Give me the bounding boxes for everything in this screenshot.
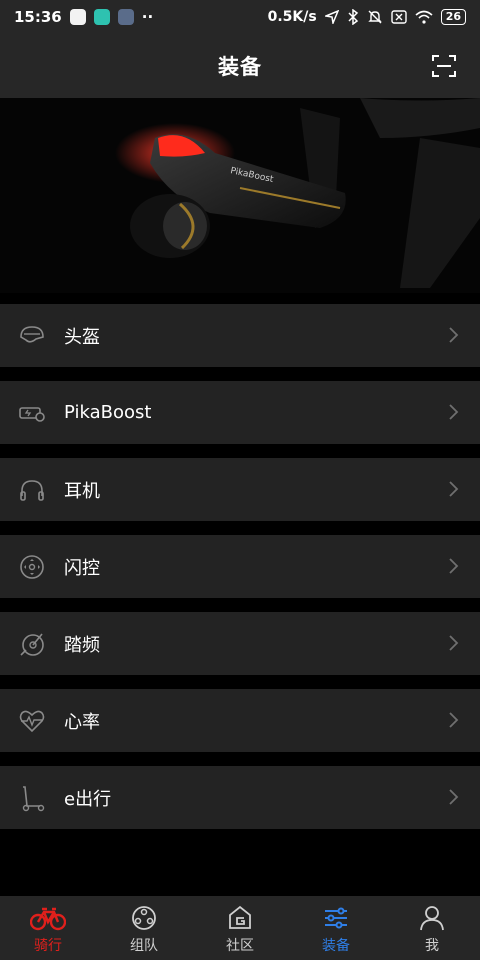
profile-icon bbox=[420, 906, 444, 931]
equipment-item-label: 闪控 bbox=[64, 557, 100, 579]
headphones-icon bbox=[20, 480, 44, 501]
tab-me[interactable]: 我 bbox=[384, 896, 480, 960]
sim-off-icon bbox=[390, 10, 407, 24]
heart-rate-icon bbox=[19, 710, 45, 733]
equipment-item-label: PikaBoost bbox=[64, 402, 152, 423]
wifi-icon bbox=[415, 10, 433, 24]
equipment-item-label: e出行 bbox=[64, 788, 112, 810]
equipment-item-label: 头盔 bbox=[64, 326, 100, 348]
tab-label: 骑行 bbox=[34, 938, 62, 954]
equipment-item-pikaboost[interactable]: PikaBoost bbox=[0, 381, 480, 444]
app-notification-icon bbox=[117, 9, 134, 25]
battery-motor-icon bbox=[19, 407, 45, 422]
equipment-icon bbox=[325, 907, 347, 929]
status-time: 15:36 bbox=[14, 8, 62, 26]
community-icon bbox=[229, 905, 251, 929]
battery-level: 26 bbox=[440, 9, 466, 25]
chevron-right-icon bbox=[449, 481, 459, 497]
equipment-item-remote[interactable]: 闪控 bbox=[0, 535, 480, 598]
cadence-sensor-icon bbox=[20, 633, 44, 656]
equipment-item-cadence[interactable]: 踏频 bbox=[0, 612, 480, 675]
header: 装备 bbox=[0, 34, 480, 98]
helmet-icon bbox=[20, 326, 44, 343]
app-notification-icon bbox=[93, 9, 110, 25]
bottom-tab-bar: 骑行 组队 社区 装备 我 bbox=[0, 896, 480, 960]
device-banner[interactable]: PikaBoost bbox=[0, 98, 480, 293]
equipment-item-label: 耳机 bbox=[64, 480, 100, 502]
mute-icon bbox=[367, 10, 382, 24]
bluetooth-icon bbox=[348, 9, 358, 25]
chevron-right-icon bbox=[449, 404, 459, 420]
device-image: PikaBoost bbox=[0, 98, 480, 293]
tab-label: 我 bbox=[425, 938, 439, 954]
chevron-right-icon bbox=[449, 327, 459, 343]
equipment-item-headphones[interactable]: 耳机 bbox=[0, 458, 480, 521]
page-title: 装备 bbox=[218, 55, 262, 79]
location-icon bbox=[324, 10, 339, 24]
tab-equipment[interactable]: 装备 bbox=[288, 896, 384, 960]
tab-ride[interactable]: 骑行 bbox=[0, 896, 96, 960]
chevron-right-icon bbox=[449, 712, 459, 728]
tab-team[interactable]: 组队 bbox=[96, 896, 192, 960]
chevron-right-icon bbox=[449, 558, 459, 574]
app-notification-icon bbox=[69, 9, 86, 25]
team-icon bbox=[132, 906, 156, 930]
equipment-item-label: 心率 bbox=[64, 711, 100, 733]
tab-label: 社区 bbox=[226, 938, 254, 954]
remote-control-icon bbox=[20, 555, 44, 579]
scooter-icon bbox=[22, 786, 45, 812]
equipment-item-heart-rate[interactable]: 心率 bbox=[0, 689, 480, 752]
status-bar: 15:36 ·· 0.5K/s 26 bbox=[0, 0, 480, 34]
tab-label: 装备 bbox=[322, 938, 350, 954]
tab-community[interactable]: 社区 bbox=[192, 896, 288, 960]
tab-label: 组队 bbox=[130, 938, 158, 954]
scan-icon[interactable] bbox=[432, 54, 456, 78]
chevron-right-icon bbox=[449, 789, 459, 805]
network-speed: 0.5K/s bbox=[267, 9, 317, 25]
equipment-item-label: 踏频 bbox=[64, 634, 100, 656]
equipment-item-e-mobility[interactable]: e出行 bbox=[0, 766, 480, 829]
more-notifications-indicator: ·· bbox=[141, 8, 154, 26]
equipment-item-helmet[interactable]: 头盔 bbox=[0, 304, 480, 367]
chevron-right-icon bbox=[449, 635, 459, 651]
bike-icon bbox=[30, 907, 66, 931]
